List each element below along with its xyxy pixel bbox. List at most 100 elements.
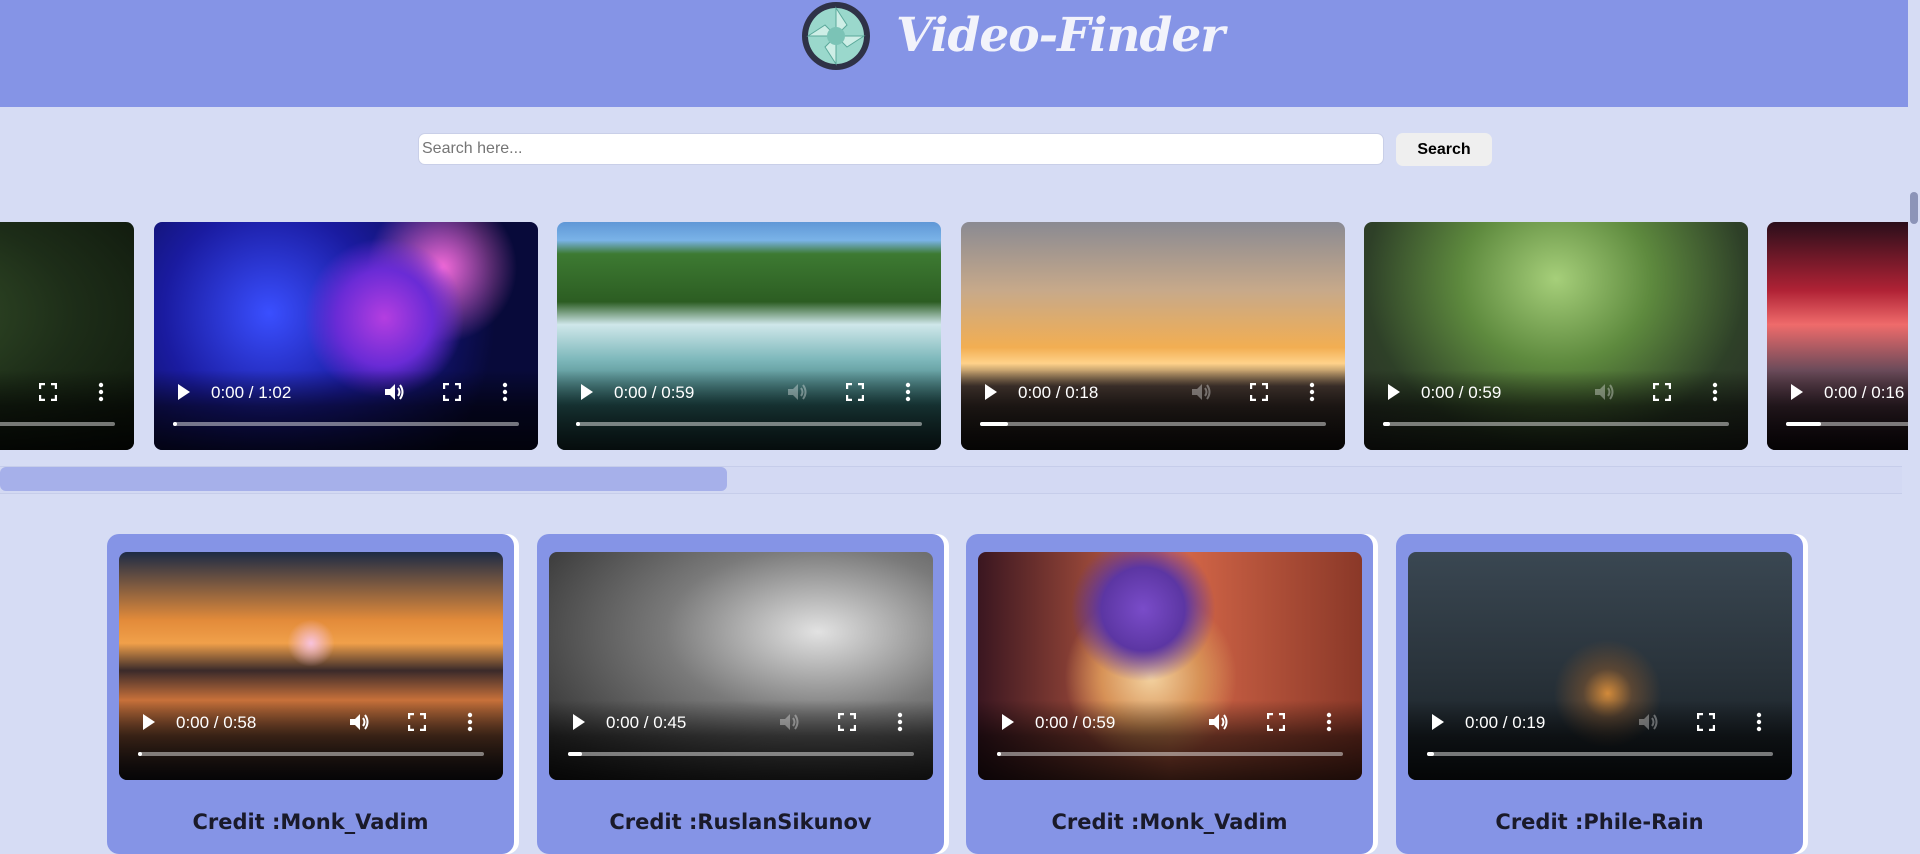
more-options-icon[interactable]	[502, 382, 508, 402]
fullscreen-icon[interactable]	[1267, 713, 1285, 731]
camera-shutter-logo	[802, 2, 870, 70]
video-progress-fill	[138, 752, 142, 756]
play-icon[interactable]	[1432, 714, 1444, 730]
volume-muted-icon[interactable]	[1191, 382, 1213, 402]
controls-overlay	[1364, 370, 1748, 450]
fullscreen-icon[interactable]	[1697, 713, 1715, 731]
controls-overlay	[978, 700, 1362, 780]
video-card: 0:00 / 0:19 Credit :Phile-Rain	[1396, 534, 1803, 854]
video-time: 0:00 / 0:18	[1018, 383, 1099, 402]
more-options-icon[interactable]	[1309, 382, 1315, 402]
controls-overlay	[1408, 700, 1792, 780]
video-progress-bar[interactable]	[1427, 752, 1773, 756]
carousel-video-2[interactable]: 0:00 / 1:02	[154, 222, 538, 450]
card-video-player[interactable]: 0:00 / 0:58	[119, 552, 503, 780]
video-time: 0:00 / 0:16	[1824, 383, 1905, 402]
play-icon[interactable]	[1791, 384, 1803, 400]
video-progress-fill	[568, 752, 582, 756]
video-progress-fill	[1383, 422, 1390, 426]
video-carousel: 0:00 / 0:59 0:00 / 1:02 0:00 / 0:59 0:00 / …	[0, 222, 1908, 451]
page-scroll-thumb[interactable]	[1910, 192, 1918, 224]
play-icon[interactable]	[1002, 714, 1014, 730]
video-progress-bar[interactable]	[568, 752, 914, 756]
fullscreen-icon[interactable]	[39, 383, 57, 401]
carousel-scroll-thumb[interactable]	[0, 467, 727, 491]
volume-muted-icon[interactable]	[779, 712, 801, 732]
video-progress-fill	[173, 422, 177, 426]
card-video-player[interactable]: 0:00 / 0:19	[1408, 552, 1792, 780]
volume-muted-icon[interactable]	[1638, 712, 1660, 732]
card-video-player[interactable]: 0:00 / 0:45	[549, 552, 933, 780]
video-credit: Credit :Phile-Rain	[1495, 810, 1704, 834]
video-card: 0:00 / 0:59 Credit :Monk_Vadim	[966, 534, 1373, 854]
more-options-icon[interactable]	[905, 382, 911, 402]
fullscreen-icon[interactable]	[846, 383, 864, 401]
volume-icon[interactable]	[384, 382, 406, 402]
carousel-video-1[interactable]: 0:00 / 0:59	[0, 222, 134, 450]
video-progress-fill	[1427, 752, 1434, 756]
video-progress-bar[interactable]	[576, 422, 922, 426]
more-options-icon[interactable]	[98, 382, 104, 402]
more-options-icon[interactable]	[1756, 712, 1762, 732]
fullscreen-icon[interactable]	[1250, 383, 1268, 401]
video-progress-bar[interactable]	[1786, 422, 1908, 426]
page-scrollbar[interactable]	[1908, 0, 1920, 841]
video-progress-fill	[980, 422, 1008, 426]
search-input[interactable]	[418, 133, 1384, 165]
controls-overlay	[557, 370, 941, 450]
more-options-icon[interactable]	[897, 712, 903, 732]
carousel-video-4[interactable]: 0:00 / 0:18	[961, 222, 1345, 450]
play-icon[interactable]	[985, 384, 997, 400]
controls-overlay	[961, 370, 1345, 450]
controls-overlay	[1767, 370, 1908, 450]
fullscreen-icon[interactable]	[1653, 383, 1671, 401]
video-time: 0:00 / 0:59	[1421, 383, 1502, 402]
carousel-video-3[interactable]: 0:00 / 0:59	[557, 222, 941, 450]
video-time: 0:00 / 0:19	[1465, 713, 1546, 732]
controls-overlay	[119, 700, 503, 780]
volume-icon[interactable]	[0, 382, 2, 402]
play-icon[interactable]	[1388, 384, 1400, 400]
video-progress-bar[interactable]	[1383, 422, 1729, 426]
video-card: 0:00 / 0:45 Credit :RuslanSikunov	[537, 534, 944, 854]
volume-icon[interactable]	[349, 712, 371, 732]
video-progress-bar[interactable]	[980, 422, 1326, 426]
controls-overlay	[154, 370, 538, 450]
more-options-icon[interactable]	[1712, 382, 1718, 402]
play-icon[interactable]	[143, 714, 155, 730]
video-progress-fill	[997, 752, 1001, 756]
video-time: 0:00 / 1:02	[211, 383, 292, 402]
video-progress-bar[interactable]	[997, 752, 1343, 756]
video-time: 0:00 / 0:59	[1035, 713, 1116, 732]
video-progress-bar[interactable]	[173, 422, 519, 426]
video-progress-fill	[576, 422, 580, 426]
play-icon[interactable]	[581, 384, 593, 400]
controls-overlay	[549, 700, 933, 780]
video-credit: Credit :Monk_Vadim	[1051, 810, 1288, 834]
carousel-video-5[interactable]: 0:00 / 0:59	[1364, 222, 1748, 450]
fullscreen-icon[interactable]	[443, 383, 461, 401]
video-card: 0:00 / 0:58 Credit :Monk_Vadim	[107, 534, 514, 854]
volume-icon[interactable]	[1208, 712, 1230, 732]
video-credit: Credit :RuslanSikunov	[609, 810, 872, 834]
brand-title: Video-Finder	[896, 8, 1225, 63]
site-header: Video-Finder	[0, 0, 1908, 107]
fullscreen-icon[interactable]	[838, 713, 856, 731]
carousel-video-6[interactable]: 0:00 / 0:16	[1767, 222, 1908, 450]
more-options-icon[interactable]	[1326, 712, 1332, 732]
more-options-icon[interactable]	[467, 712, 473, 732]
controls-overlay	[0, 370, 134, 450]
video-time: 0:00 / 0:59	[614, 383, 695, 402]
video-progress-fill	[1786, 422, 1821, 426]
video-progress-bar[interactable]	[138, 752, 484, 756]
volume-muted-icon[interactable]	[1594, 382, 1616, 402]
video-time: 0:00 / 0:58	[176, 713, 257, 732]
play-icon[interactable]	[573, 714, 585, 730]
video-progress-bar[interactable]	[0, 422, 115, 426]
volume-muted-icon[interactable]	[787, 382, 809, 402]
fullscreen-icon[interactable]	[408, 713, 426, 731]
play-icon[interactable]	[178, 384, 190, 400]
video-time: 0:00 / 0:45	[606, 713, 687, 732]
search-button[interactable]: Search	[1396, 133, 1492, 166]
card-video-player[interactable]: 0:00 / 0:59	[978, 552, 1362, 780]
